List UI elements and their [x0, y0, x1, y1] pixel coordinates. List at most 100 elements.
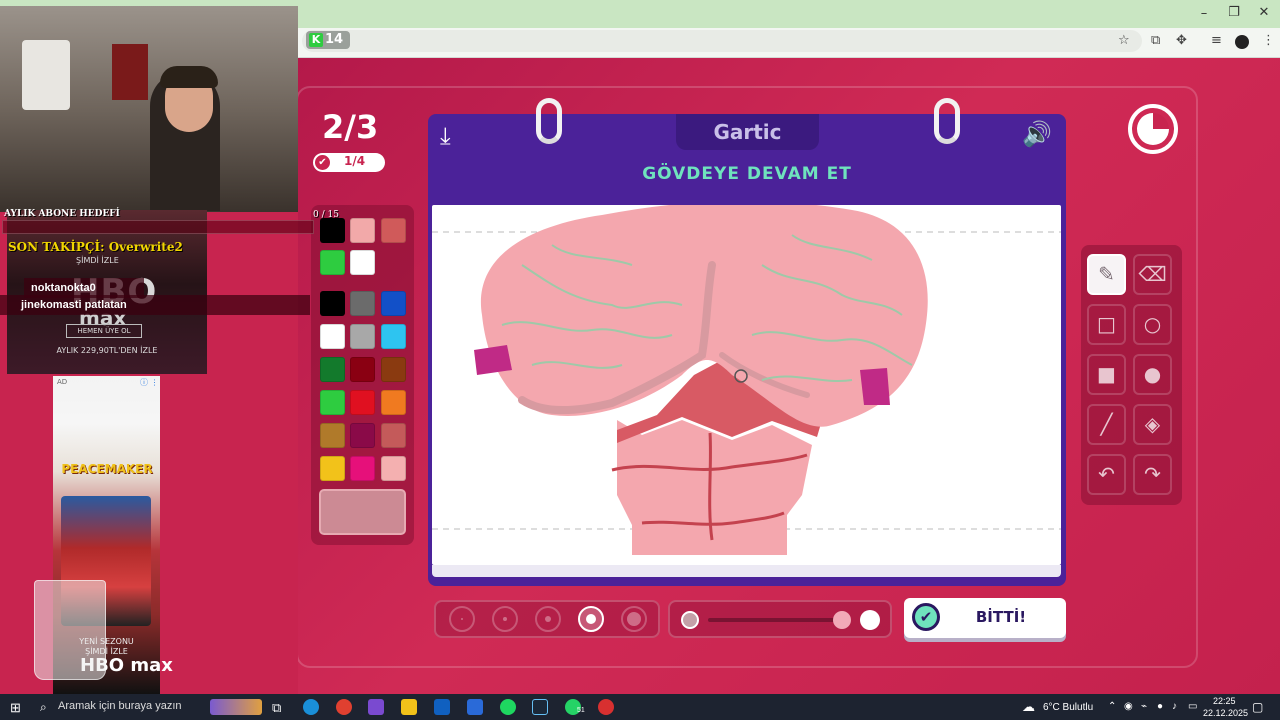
color-swatch[interactable] — [350, 250, 375, 275]
site-favicon-icon: K — [309, 33, 323, 47]
color-swatch[interactable] — [320, 324, 345, 349]
rect-fill-icon[interactable]: ■ — [1087, 354, 1126, 395]
color-swatch[interactable] — [320, 456, 345, 481]
brush-size-1[interactable] — [449, 606, 475, 632]
restore-icon[interactable]: ❐ — [1219, 5, 1249, 20]
file-explorer-icon[interactable] — [401, 699, 417, 715]
timer-icon — [1128, 104, 1178, 154]
display-icon[interactable]: ▭ — [1188, 701, 1197, 712]
copilot-icon[interactable] — [368, 699, 384, 715]
color-swatch[interactable] — [320, 357, 345, 382]
color-swatch[interactable] — [350, 456, 375, 481]
drawing-canvas[interactable] — [432, 205, 1061, 565]
color-swatch[interactable] — [350, 291, 375, 316]
opacity-slider-track[interactable] — [708, 618, 848, 622]
media-icon[interactable]: ≡ — [1211, 33, 1222, 48]
color-swatch[interactable] — [350, 218, 375, 243]
mic-icon[interactable]: ● — [1157, 701, 1163, 712]
profile-avatar[interactable] — [1235, 35, 1249, 49]
hbo-ad-cta[interactable]: HEMEN ÜYE OL — [66, 324, 142, 338]
tray-app-icon[interactable]: ◉ — [1124, 701, 1133, 712]
color-swatch[interactable] — [320, 218, 345, 243]
color-swatch[interactable] — [320, 291, 345, 316]
left-ear-mark — [474, 345, 512, 375]
color-swatch[interactable] — [381, 324, 406, 349]
drawing-svg — [432, 205, 1061, 555]
weather-text[interactable]: 6°C Bulutlu — [1043, 702, 1093, 713]
bookmark-star-icon[interactable]: ☆ — [1118, 33, 1130, 48]
volume-icon[interactable]: ♪ — [1172, 701, 1177, 712]
color-swatch[interactable] — [350, 423, 375, 448]
color-swatch[interactable] — [350, 357, 375, 382]
right-ear-mark — [860, 368, 890, 405]
color-swatch[interactable] — [381, 390, 406, 415]
network-icon[interactable]: ⌁ — [1141, 701, 1147, 712]
speaker-icon[interactable]: 🔊 — [1022, 120, 1052, 148]
pencil-icon[interactable]: ✎ — [1087, 254, 1126, 295]
clock-time[interactable]: 22:25 — [1213, 696, 1236, 706]
brush-size-5[interactable] — [621, 606, 647, 632]
drawing-prompt: GÖVDEYE DEVAM ET — [642, 164, 852, 184]
spotify-icon[interactable] — [500, 699, 516, 715]
done-button-label: BİTTİ! — [975, 608, 1027, 626]
download-icon[interactable]: ⤓ — [440, 122, 451, 150]
recording-app-icon[interactable] — [598, 699, 614, 715]
torso-shape — [617, 420, 812, 555]
color-swatch[interactable] — [350, 324, 375, 349]
binder-ring-left — [536, 98, 562, 144]
rect-outline-icon[interactable]: □ — [1087, 304, 1126, 345]
done-check-icon: ✔ — [912, 603, 940, 631]
circle-fill-icon[interactable]: ● — [1133, 354, 1172, 395]
color-swatch[interactable] — [381, 423, 406, 448]
windows-start-icon[interactable]: ⊞ — [10, 700, 21, 716]
color-swatch[interactable] — [381, 291, 406, 316]
extension-icon[interactable]: ⧉ — [1151, 33, 1160, 48]
color-swatch[interactable] — [320, 250, 345, 275]
ad-info-icon[interactable]: ⓘ ⋮ — [140, 377, 159, 388]
search-icon[interactable]: ⌕ — [40, 700, 47, 715]
tab-count: 14 — [325, 32, 344, 47]
menu-kebab-icon[interactable]: ⋮ — [1262, 33, 1275, 48]
chrome-icon[interactable] — [336, 699, 352, 715]
ad-label: AD — [57, 378, 68, 386]
steam-icon[interactable] — [532, 699, 548, 715]
color-swatch[interactable] — [350, 390, 375, 415]
brush-size-4[interactable] — [578, 606, 604, 632]
taskbar-search[interactable]: Aramak için buraya yazın — [58, 700, 182, 712]
brush-size-3[interactable] — [535, 606, 561, 632]
tray-overflow-icon[interactable]: ⌃ — [1108, 701, 1116, 712]
line-icon[interactable]: ╱ — [1087, 404, 1126, 445]
notification-icon[interactable]: ▢ — [1252, 700, 1263, 714]
redo-icon[interactable]: ↷ — [1133, 454, 1172, 495]
color-swatch[interactable] — [381, 357, 406, 382]
glass-overlay — [34, 580, 106, 680]
opacity-slider-knob[interactable] — [833, 611, 851, 629]
sub-goal-label: AYLIK ABONE HEDEFİ — [4, 209, 120, 219]
outlook-icon[interactable] — [434, 699, 450, 715]
last-follower: SON TAKİPÇİ: Overwrite2 — [8, 240, 183, 254]
undo-icon[interactable]: ↶ — [1087, 454, 1126, 495]
bucket-icon[interactable]: ◈ — [1133, 404, 1172, 445]
close-icon[interactable]: ✕ — [1249, 5, 1279, 20]
done-button[interactable]: ✔ BİTTİ! — [904, 598, 1066, 638]
brush-size-2[interactable] — [492, 606, 518, 632]
color-swatch[interactable] — [320, 423, 345, 448]
store-icon[interactable] — [467, 699, 483, 715]
color-swatch[interactable] — [381, 218, 406, 243]
news-widget-icon[interactable] — [210, 699, 262, 715]
peacemaker-title: PEACEMAKER — [61, 462, 153, 476]
task-view-icon[interactable]: ⧉ — [272, 700, 281, 716]
address-field[interactable] — [302, 30, 1142, 52]
color-swatch[interactable] — [320, 390, 345, 415]
circle-outline-icon[interactable]: ○ — [1133, 304, 1172, 345]
cloud-icon: ☁ — [1022, 699, 1035, 714]
eraser-icon[interactable]: ⌫ — [1133, 254, 1172, 295]
clock-date[interactable]: 22.12.2025 — [1203, 708, 1248, 718]
site-badge[interactable]: K 14 — [306, 31, 350, 49]
minimize-icon[interactable]: – — [1189, 6, 1219, 21]
gartic-logo: Gartic — [676, 114, 819, 150]
color-swatch[interactable] — [381, 456, 406, 481]
puzzle-icon[interactable]: ✥ — [1176, 33, 1187, 48]
whatsapp-badge: 51 — [577, 707, 585, 714]
edge-icon[interactable] — [303, 699, 319, 715]
